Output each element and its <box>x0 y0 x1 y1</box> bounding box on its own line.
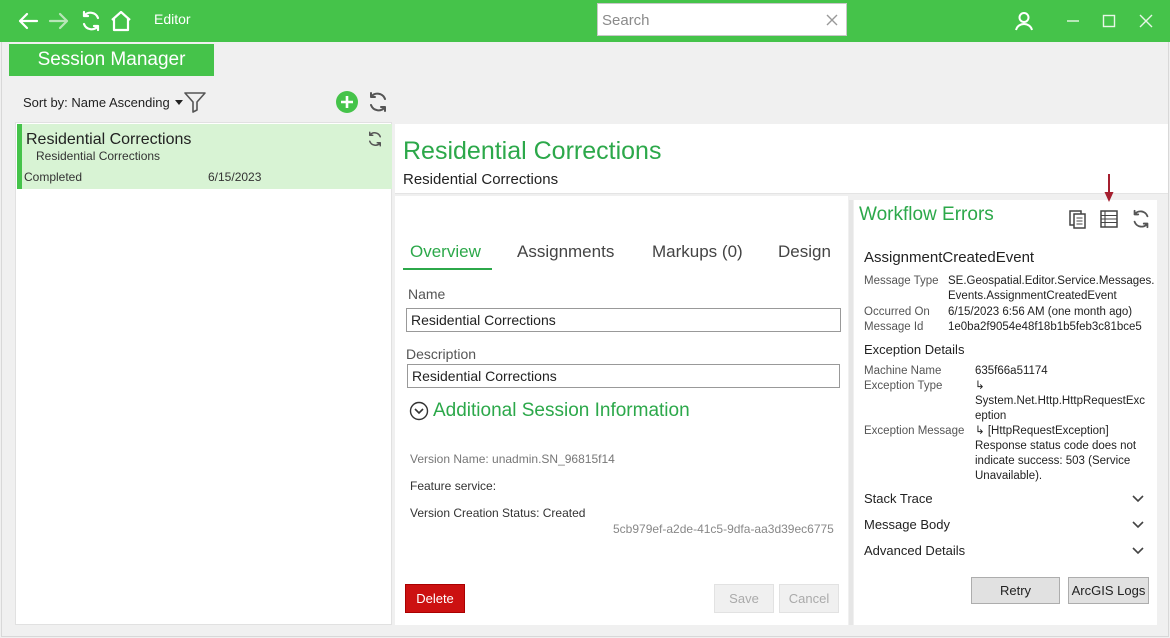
exception-message-value-3: indicate success: 503 (Service <box>975 455 1131 467</box>
clear-search-icon[interactable] <box>824 11 840 29</box>
name-input[interactable] <box>406 308 841 332</box>
message-type-value-2: Events.AssignmentCreatedEvent <box>948 290 1117 302</box>
name-label: Name <box>408 286 446 302</box>
advanced-details-section[interactable]: Advanced Details <box>864 543 965 558</box>
back-arrow-icon[interactable] <box>15 8 41 34</box>
sort-label: Sort by: Name Ascending <box>23 95 170 110</box>
workflow-errors-pane: Workflow Errors AssignmentCreatedEvent M… <box>854 200 1157 625</box>
exception-type-value-1: ↳ <box>975 380 985 392</box>
version-name: Version Name: unadmin.SN_96815f14 <box>410 452 615 466</box>
search-box[interactable] <box>597 3 847 36</box>
occurred-on-label: Occurred On <box>864 306 930 318</box>
detail-title: Residential Corrections <box>403 137 662 165</box>
forward-arrow-icon[interactable] <box>46 8 72 34</box>
filter-icon[interactable] <box>183 91 207 113</box>
copy-icon[interactable] <box>1067 208 1089 230</box>
machine-name-label: Machine Name <box>864 365 942 377</box>
additional-info-toggle[interactable]: Additional Session Information <box>409 400 690 422</box>
session-manager-header: Session Manager <box>9 44 214 76</box>
tab-overview[interactable]: Overview <box>410 242 481 262</box>
arcgis-logs-button[interactable]: ArcGIS Logs <box>1068 577 1149 604</box>
add-session-icon[interactable] <box>335 90 359 114</box>
feature-service: Feature service: <box>410 479 497 493</box>
search-input[interactable] <box>602 10 817 30</box>
exception-message-value-2: Response status code does not <box>975 440 1137 452</box>
message-type-label: Message Type <box>864 275 939 287</box>
app-title: Editor <box>154 11 191 27</box>
tab-markups[interactable]: Markups (0) <box>652 242 743 262</box>
session-list: Residential Corrections Residential Corr… <box>15 122 392 625</box>
tab-assignments[interactable]: Assignments <box>517 242 614 262</box>
exception-message-label: Exception Message <box>864 425 965 437</box>
session-subtitle: Residential Corrections <box>36 149 161 163</box>
caret-down-icon <box>174 100 183 105</box>
sync-icon[interactable] <box>366 130 384 148</box>
event-name: AssignmentCreatedEvent <box>864 249 1035 266</box>
chevron-circle-down-icon <box>409 401 429 421</box>
refresh-sessions-icon[interactable] <box>366 90 390 114</box>
session-list-item[interactable]: Residential Corrections Residential Corr… <box>17 124 392 189</box>
user-icon[interactable] <box>1013 10 1035 32</box>
maximize-icon[interactable] <box>1098 10 1120 32</box>
machine-name-value: 635f66a51174 <box>975 365 1048 377</box>
list-view-icon[interactable] <box>1098 208 1120 230</box>
chevron-down-icon[interactable] <box>1131 520 1145 530</box>
session-detail-header: Residential Corrections Residential Corr… <box>395 124 1168 194</box>
additional-info-title: Additional Session Information <box>433 400 690 421</box>
session-status: Completed <box>24 170 83 184</box>
pane-splitter[interactable] <box>849 200 853 625</box>
message-id-label: Message Id <box>864 321 924 333</box>
tab-design[interactable]: Design <box>778 242 831 262</box>
overview-pane: Overview Assignments Markups (0) Design … <box>395 196 848 625</box>
exception-type-value-2: System.Net.Http.HttpRequestExc <box>975 395 1146 407</box>
title-bar: Editor <box>0 0 1170 42</box>
exception-message-value-4: Unavailable). <box>975 470 1043 482</box>
retry-button[interactable]: Retry <box>971 577 1060 604</box>
active-tab-indicator <box>403 268 492 270</box>
version-creation-status: Version Creation Status: Created <box>410 506 586 520</box>
message-id-value: 1e0ba2f9054e48f18b1b5feb3c81bce5 <box>948 321 1142 333</box>
session-title: Residential Corrections <box>26 131 192 148</box>
annotation-arrow-icon <box>1104 174 1114 202</box>
exception-type-value-3: eption <box>975 410 1007 422</box>
save-button[interactable]: Save <box>714 584 774 613</box>
stack-trace-section[interactable]: Stack Trace <box>864 491 933 506</box>
detail-subtitle: Residential Corrections <box>403 171 559 188</box>
session-guid: 5cb979ef-a2de-41c5-9dfa-aa3d39ec6775 <box>613 522 834 536</box>
session-date: 6/15/2023 <box>208 170 262 184</box>
exception-type-label: Exception Type <box>864 380 943 392</box>
cancel-button[interactable]: Cancel <box>779 584 839 613</box>
exception-details-title: Exception Details <box>864 342 965 357</box>
occurred-on-value: 6/15/2023 6:56 AM (one month ago) <box>948 306 1133 318</box>
minimize-icon[interactable] <box>1062 10 1084 32</box>
message-body-section[interactable]: Message Body <box>864 517 950 532</box>
message-type-value-1: SE.Geospatial.Editor.Service.Messages. <box>948 275 1155 287</box>
sort-dropdown[interactable]: Sort by: Name Ascending <box>23 95 183 110</box>
refresh-icon[interactable] <box>78 8 104 34</box>
description-input[interactable] <box>407 364 840 388</box>
workflow-errors-title: Workflow Errors <box>859 204 994 225</box>
chevron-down-icon[interactable] <box>1131 546 1145 556</box>
chevron-down-icon[interactable] <box>1131 494 1145 504</box>
delete-button[interactable]: Delete <box>405 584 465 613</box>
description-label: Description <box>406 346 477 362</box>
exception-message-value-1: ↳ [HttpRequestException] <box>975 425 1109 437</box>
close-window-icon[interactable] <box>1135 10 1157 32</box>
refresh-errors-icon[interactable] <box>1130 208 1152 230</box>
home-icon[interactable] <box>108 8 134 34</box>
